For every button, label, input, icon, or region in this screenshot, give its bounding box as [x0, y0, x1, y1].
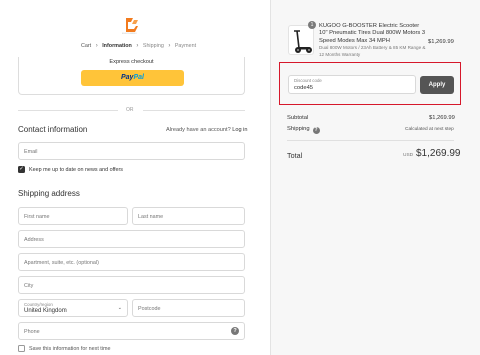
apartment-field[interactable]: Apartment, suite, etc. (optional) — [18, 253, 245, 271]
checkout-main: KUGOO-MIRKO Cart › Information › Shippin… — [0, 0, 270, 355]
breadcrumb-information: Information — [102, 43, 132, 49]
product-price: $1,269.99 — [428, 39, 454, 45]
country-value: United Kingdom — [24, 308, 67, 314]
checkbox-unchecked-icon[interactable] — [18, 345, 25, 352]
product-thumbnail — [288, 25, 314, 55]
apartment-placeholder: Apartment, suite, etc. (optional) — [24, 260, 99, 266]
total-currency: USD — [403, 153, 414, 158]
total-value: $1,269.99 — [416, 148, 461, 159]
product-variant: Dual 800W Motors / 23Ah Battery & 85 KM … — [319, 45, 426, 57]
country-select[interactable]: Country/region United Kingdom ⌄ — [18, 299, 128, 317]
shipping-heading: Shipping address — [18, 189, 80, 198]
subtotal-value: $1,269.99 — [429, 115, 455, 121]
newsletter-label: Keep me up to date on news and offers — [29, 167, 124, 173]
phone-field[interactable]: Phone ? — [18, 322, 245, 340]
breadcrumb-shipping: Shipping — [142, 43, 164, 49]
help-icon[interactable]: ? — [312, 127, 320, 134]
country-label: Country/region — [24, 302, 53, 307]
paypal-logo-pay: Pay — [121, 74, 134, 81]
account-prompt: Already have an account? Log in — [166, 127, 248, 133]
or-label: OR — [126, 107, 134, 113]
breadcrumb-payment: Payment — [174, 43, 197, 49]
account-prompt-text: Already have an account? — [166, 127, 231, 133]
divider-line — [143, 110, 245, 111]
city-field[interactable]: City — [18, 276, 245, 294]
first-name-placeholder: First name — [24, 214, 50, 220]
express-checkout-title: Express checkout — [109, 59, 154, 65]
discount-highlight: Discount code code45 Apply — [279, 62, 461, 105]
first-name-field[interactable]: First name — [18, 207, 128, 225]
address-field[interactable]: Address — [18, 230, 245, 248]
scooter-image-icon — [294, 30, 312, 53]
city-placeholder: City — [24, 283, 34, 289]
chevron-right-icon: › — [95, 43, 98, 49]
breadcrumb-cart[interactable]: Cart — [81, 43, 91, 49]
product-title: KUGOO G-BOOSTER Electric Scooter 10" Pne… — [319, 23, 426, 44]
save-info-label: Save this information for next time — [29, 346, 111, 352]
chevron-right-icon: › — [168, 43, 171, 49]
or-divider: OR — [18, 107, 245, 113]
contact-heading: Contact information — [18, 125, 88, 134]
shipping-value: Calculated at next step — [405, 127, 454, 132]
help-icon[interactable]: ? — [231, 327, 239, 335]
summary-divider — [287, 140, 454, 141]
chevron-down-icon: ⌄ — [117, 305, 122, 311]
apply-button[interactable]: Apply — [420, 76, 454, 94]
shipping-row: Shipping? — [287, 126, 320, 134]
email-field[interactable]: Email — [18, 142, 245, 160]
last-name-placeholder: Last name — [138, 214, 164, 220]
email-placeholder: Email — [24, 149, 38, 155]
quantity-badge: 1 — [308, 21, 316, 29]
subtotal-label: Subtotal — [287, 115, 309, 121]
address-placeholder: Address — [24, 237, 44, 243]
total-label: Total — [287, 151, 303, 160]
logo-text: KUGOO-MIRKO — [122, 33, 137, 35]
discount-code-field[interactable]: Discount code code45 — [288, 75, 416, 94]
divider-line — [18, 110, 118, 111]
express-checkout-panel: Express checkout PayPal — [18, 57, 245, 95]
postcode-placeholder: Postcode — [138, 306, 161, 312]
last-name-field[interactable]: Last name — [132, 207, 245, 225]
breadcrumb: Cart › Information › Shipping › Payment — [81, 43, 196, 49]
phone-placeholder: Phone — [24, 329, 40, 335]
paypal-button[interactable]: PayPal — [81, 70, 184, 86]
paypal-logo-pal: Pal — [133, 74, 144, 81]
checkbox-checked-icon[interactable]: ✓ — [18, 166, 25, 173]
postcode-field[interactable]: Postcode — [132, 299, 245, 317]
discount-code-value: code45 — [294, 85, 314, 91]
shipping-label: Shipping — [287, 126, 310, 132]
kugoo-logo-icon[interactable] — [124, 16, 140, 34]
chevron-right-icon: › — [136, 43, 139, 49]
login-link[interactable]: Log in — [232, 127, 247, 133]
discount-code-label: Discount code — [294, 78, 322, 83]
